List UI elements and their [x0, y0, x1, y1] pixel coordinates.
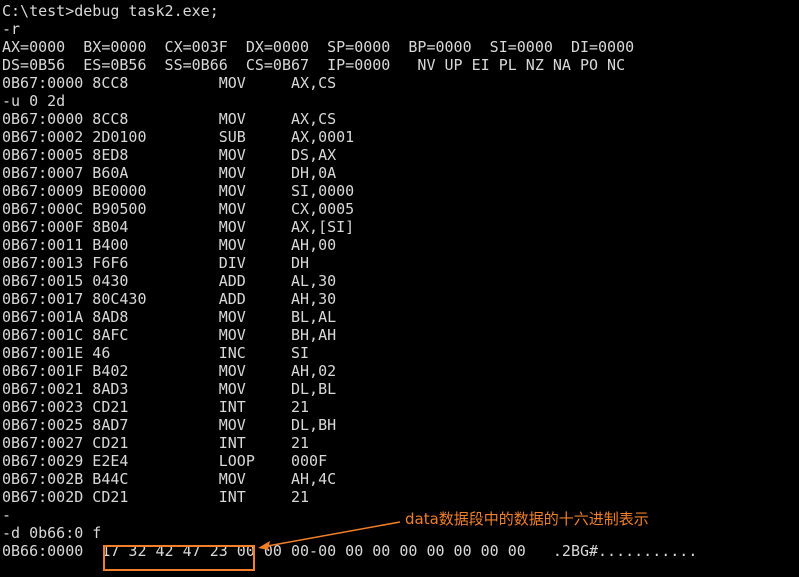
- console-line: 0B67:0029 E2E4 LOOP 000F: [2, 452, 328, 470]
- console-line: 0B67:001F B402 MOV AH,02: [2, 362, 337, 380]
- console-line: -d 0b66:0 f: [2, 524, 102, 542]
- console-line: 0B67:0009 BE0000 MOV SI,0000: [2, 182, 355, 200]
- console-line: 0B67:0025 8AD7 MOV DL,BH: [2, 416, 337, 434]
- console-line: 0B67:0000 8CC8 MOV AX,CS: [2, 74, 337, 92]
- console-line: 0B67:002D CD21 INT 21: [2, 488, 310, 506]
- console-line: 0B67:0007 B60A MOV DH,0A: [2, 164, 337, 182]
- console-line: 0B67:001A 8AD8 MOV BL,AL: [2, 308, 337, 326]
- console-line: 0B67:001C 8AFC MOV BH,AH: [2, 326, 337, 344]
- console-line: -u 0 2d: [2, 92, 66, 110]
- console-line: AX=0000 BX=0000 CX=003F DX=0000 SP=0000 …: [2, 38, 635, 56]
- console-line: 0B67:0013 F6F6 DIV DH: [2, 254, 310, 272]
- console-line: 0B67:0000 8CC8 MOV AX,CS: [2, 110, 337, 128]
- console-line: 0B67:0021 8AD3 MOV DL,BL: [2, 380, 337, 398]
- console-line: -: [2, 506, 12, 524]
- console-line: 0B67:002B B44C MOV AH,4C: [2, 470, 337, 488]
- console-line: DS=0B56 ES=0B56 SS=0B66 CS=0B67 IP=0000 …: [2, 56, 626, 74]
- console-line: 0B67:0015 0430 ADD AL,30: [2, 272, 337, 290]
- console-line: 0B67:000F 8B04 MOV AX,[SI]: [2, 218, 355, 236]
- console-line: 0B67:0017 80C430 ADD AH,30: [2, 290, 337, 308]
- console-line: 0B67:0011 B400 MOV AH,00: [2, 236, 337, 254]
- console-window[interactable]: C:\test>debug task2.exe; -r AX=0000 BX=0…: [0, 0, 799, 577]
- console-line: 0B67:0005 8ED8 MOV DS,AX: [2, 146, 337, 164]
- annotation-label: data数据段中的数据的十六进制表示: [405, 510, 649, 528]
- console-line: 0B67:000C B90500 MOV CX,0005: [2, 200, 355, 218]
- console-line: 0B67:001E 46 INC SI: [2, 344, 310, 362]
- data-bytes-highlight-box: [103, 545, 255, 571]
- console-line: 0B67:0002 2D0100 SUB AX,0001: [2, 128, 355, 146]
- console-line: C:\test>debug task2.exe;: [2, 2, 219, 20]
- console-line: 0B67:0027 CD21 INT 21: [2, 434, 310, 452]
- console-line: 0B67:0023 CD21 INT 21: [2, 398, 310, 416]
- console-line: -r: [2, 20, 21, 38]
